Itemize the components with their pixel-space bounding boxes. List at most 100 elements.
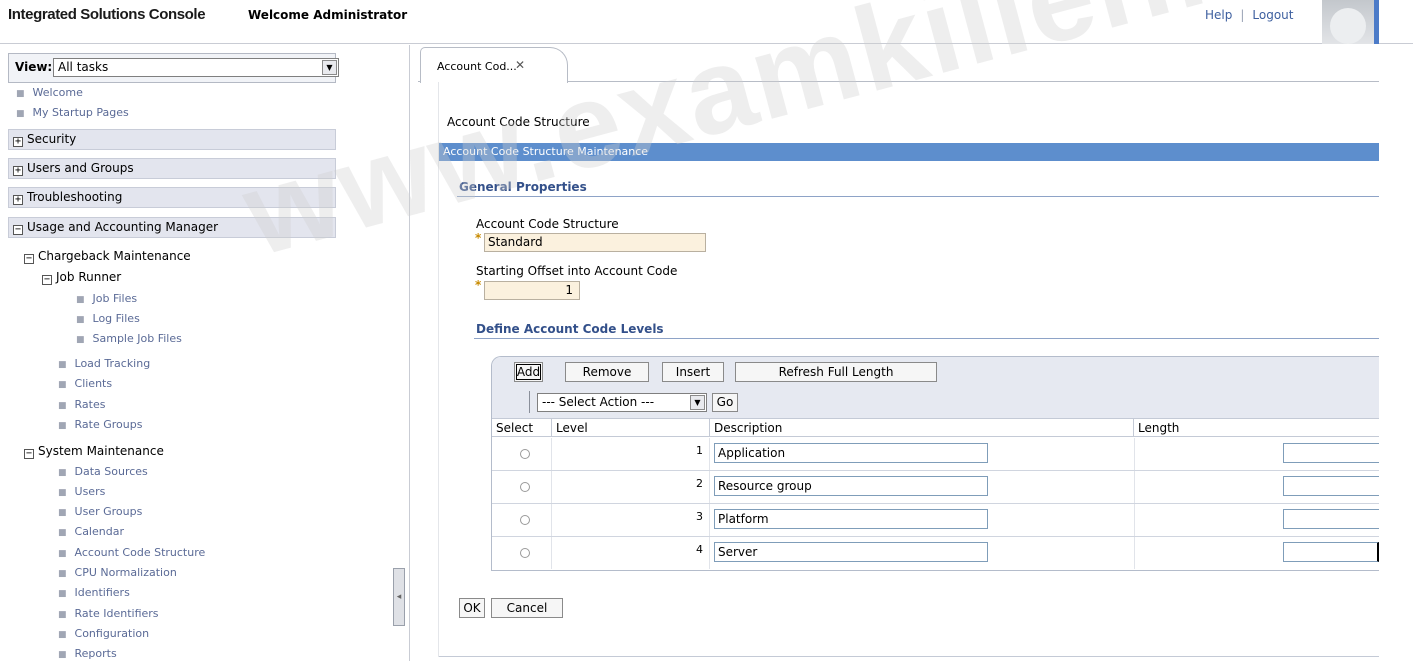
cancel-button[interactable]: Cancel (491, 598, 563, 618)
top-banner: Integrated Solutions Console Welcome Adm… (0, 0, 1413, 44)
tree-node-system-maintenance[interactable]: − System Maintenance (24, 444, 164, 459)
general-properties-heading: General Properties (459, 180, 587, 194)
bullet-icon: ■ (58, 528, 67, 538)
table-toolbar: Add Remove Insert Refresh Full Length --… (492, 357, 1379, 419)
description-input[interactable]: Resource group (714, 476, 988, 496)
nav-link-welcome[interactable]: ■ Welcome (16, 86, 83, 99)
select-action-value: --- Select Action --- (542, 395, 655, 409)
starting-offset-label: Starting Offset into Account Code (476, 264, 678, 278)
column-header-description: Description (710, 419, 1134, 437)
row-select-radio[interactable] (520, 515, 530, 525)
bullet-icon: ■ (58, 610, 67, 620)
close-icon[interactable]: ✕ (515, 58, 525, 72)
length-cell (1134, 537, 1379, 569)
add-button[interactable]: Add (514, 362, 543, 382)
remove-button[interactable]: Remove (565, 362, 649, 382)
expand-icon[interactable]: + (13, 137, 23, 147)
nav-link-account-code-structure[interactable]: ■ Account Code Structure (58, 546, 205, 559)
go-button[interactable]: Go (712, 393, 738, 412)
level-cell: 2 (552, 471, 710, 503)
logout-link[interactable]: Logout (1252, 8, 1293, 22)
chevron-down-icon[interactable]: ▼ (322, 60, 337, 75)
nav-section-usage-accounting[interactable]: − Usage and Accounting Manager (8, 217, 336, 238)
nav-link-startup-pages[interactable]: ■ My Startup Pages (16, 106, 129, 119)
length-input[interactable] (1283, 443, 1379, 463)
nav-link-calendar[interactable]: ■ Calendar (58, 525, 124, 538)
nav-link-label: Rate Identifiers (74, 607, 159, 620)
nav-section-troubleshooting[interactable]: + Troubleshooting (8, 187, 336, 208)
app-title: Integrated Solutions Console (8, 6, 206, 23)
row-select-radio[interactable] (520, 482, 530, 492)
nav-section-label: Troubleshooting (27, 190, 123, 204)
account-code-structure-label: Account Code Structure (476, 217, 619, 231)
length-input[interactable] (1283, 509, 1379, 529)
nav-section-label: Users and Groups (27, 161, 134, 175)
table-row: 3 Platform (492, 504, 1379, 537)
collapse-icon[interactable]: − (24, 449, 34, 459)
expand-icon[interactable]: + (13, 166, 23, 176)
tab-account-code[interactable]: Account Cod... ✕ (420, 47, 568, 83)
bullet-icon: ■ (76, 315, 85, 325)
bullet-icon: ■ (76, 335, 85, 345)
row-select-radio[interactable] (520, 548, 530, 558)
view-select[interactable]: All tasks ▼ (53, 58, 339, 77)
ok-button[interactable]: OK (459, 598, 485, 618)
nav-link-rate-identifiers[interactable]: ■ Rate Identifiers (58, 607, 159, 620)
nav-section-users-groups[interactable]: + Users and Groups (8, 158, 336, 179)
nav-link-user-groups[interactable]: ■ User Groups (58, 505, 142, 518)
bullet-icon: ■ (76, 295, 85, 305)
nav-link-label: Rates (74, 398, 106, 411)
nav-link-reports[interactable]: ■ Reports (58, 647, 117, 660)
help-link[interactable]: Help (1205, 8, 1232, 22)
starting-offset-input[interactable]: 1 (484, 281, 580, 300)
length-input[interactable] (1283, 476, 1379, 496)
bullet-icon: ■ (16, 109, 25, 119)
expand-icon[interactable]: + (13, 195, 23, 205)
collapse-icon[interactable]: − (24, 254, 34, 264)
nav-link-cpu-normalization[interactable]: ■ CPU Normalization (58, 566, 177, 579)
bullet-icon: ■ (58, 630, 67, 640)
row-select-radio[interactable] (520, 449, 530, 459)
description-input[interactable]: Server (714, 542, 988, 562)
tree-node-label: System Maintenance (38, 444, 164, 458)
description-input[interactable]: Application (714, 443, 988, 463)
level-value: 1 (696, 444, 703, 457)
nav-link-clients[interactable]: ■ Clients (58, 377, 112, 390)
bullet-icon: ■ (58, 589, 67, 599)
column-header-select: Select (492, 419, 552, 437)
nav-link-label: Rate Groups (74, 418, 143, 431)
length-input[interactable] (1283, 542, 1379, 562)
nav-link-configuration[interactable]: ■ Configuration (58, 627, 149, 640)
collapse-nav-handle[interactable]: ◂ (393, 568, 405, 626)
nav-link-label: Clients (74, 377, 113, 390)
select-cell (492, 537, 552, 569)
column-header-level: Level (552, 419, 710, 437)
nav-link-rate-groups[interactable]: ■ Rate Groups (58, 418, 142, 431)
tree-node-chargeback[interactable]: − Chargeback Maintenance (24, 249, 191, 264)
toolbar-separator (529, 391, 530, 413)
tree-node-job-runner[interactable]: − Job Runner (42, 270, 121, 285)
refresh-full-length-button[interactable]: Refresh Full Length (735, 362, 937, 382)
collapse-icon[interactable]: − (13, 225, 23, 235)
chevron-down-icon[interactable]: ▼ (690, 395, 705, 410)
select-action-dropdown[interactable]: --- Select Action --- ▼ (537, 393, 707, 412)
nav-link-load-tracking[interactable]: ■ Load Tracking (58, 357, 150, 370)
nav-link-job-files[interactable]: ■ Job Files (76, 292, 137, 305)
level-value: 4 (696, 543, 703, 556)
content-footer-line (439, 656, 1379, 657)
nav-link-rates[interactable]: ■ Rates (58, 398, 105, 411)
nav-link-identifiers[interactable]: ■ Identifiers (58, 586, 130, 599)
description-input[interactable]: Platform (714, 509, 988, 529)
nav-link-sample-job-files[interactable]: ■ Sample Job Files (76, 332, 182, 345)
nav-link-data-sources[interactable]: ■ Data Sources (58, 465, 148, 478)
collapse-icon[interactable]: − (42, 275, 52, 285)
view-label: View: (15, 60, 53, 74)
account-code-structure-input[interactable]: Standard (484, 233, 706, 252)
nav-section-security[interactable]: + Security (8, 129, 336, 150)
nav-section-label: Usage and Accounting Manager (27, 220, 219, 234)
insert-button[interactable]: Insert (662, 362, 724, 382)
bullet-icon: ■ (58, 360, 67, 370)
nav-link-log-files[interactable]: ■ Log Files (76, 312, 140, 325)
table-row: 1 Application (492, 438, 1379, 471)
nav-link-users[interactable]: ■ Users (58, 485, 105, 498)
